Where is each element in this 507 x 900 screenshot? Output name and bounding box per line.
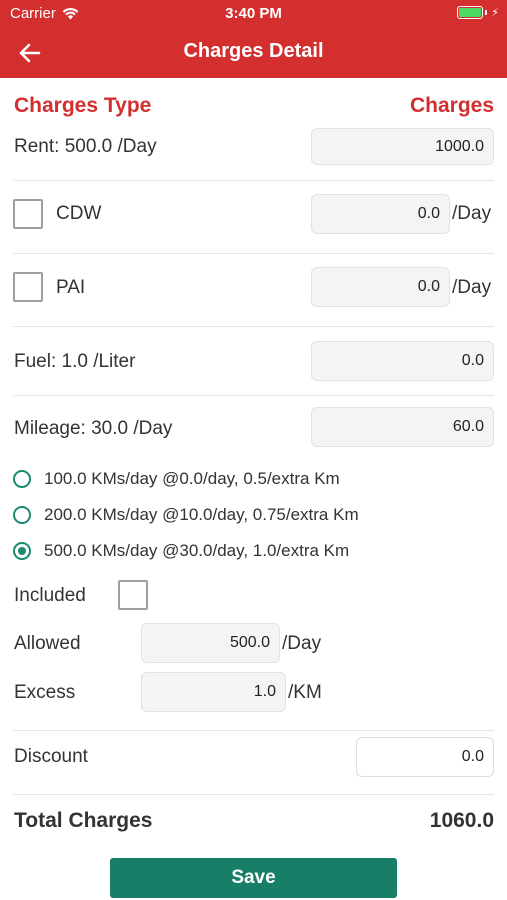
included-checkbox[interactable] (118, 580, 148, 610)
allowed-unit: /Day (282, 633, 322, 654)
divider (13, 730, 494, 731)
allowed-field[interactable]: 500.0 (141, 623, 280, 663)
pai-unit: /Day (452, 277, 492, 298)
mileage-option-label-1[interactable]: 100.0 KMs/day @0.0/day, 0.5/extra Km (44, 469, 340, 489)
cdw-checkbox[interactable] (13, 199, 43, 229)
page-title: Charges Detail (183, 40, 324, 62)
cdw-charge-field[interactable]: 0.0 (311, 194, 450, 234)
pai-charge-field[interactable]: 0.0 (311, 267, 450, 307)
discount-label: Discount (14, 746, 88, 767)
status-bar: Carrier 3:40 PM ⚡ (0, 0, 507, 28)
fuel-label: Fuel: 1.0 /Liter (14, 351, 136, 372)
mileage-option-radio-1[interactable] (13, 470, 31, 488)
pai-label: PAI (56, 277, 86, 298)
divider (13, 395, 494, 396)
divider (13, 180, 494, 181)
mileage-option-radio-3[interactable] (13, 542, 31, 560)
excess-unit: /KM (288, 682, 322, 703)
save-button[interactable]: Save (110, 858, 397, 898)
divider (13, 253, 494, 254)
mileage-option-label-2[interactable]: 200.0 KMs/day @10.0/day, 0.75/extra Km (44, 505, 359, 525)
column-headers: Charges Type Charges (14, 94, 494, 118)
mileage-option-radio-2[interactable] (13, 506, 31, 524)
excess-label: Excess (14, 682, 76, 703)
total-charges-value: 1060.0 (429, 809, 494, 832)
cdw-label: CDW (56, 203, 102, 224)
pai-checkbox[interactable] (13, 272, 43, 302)
battery-indicator: ⚡ (457, 6, 499, 19)
cdw-unit: /Day (452, 203, 492, 224)
excess-field[interactable]: 1.0 (141, 672, 286, 712)
rent-charge-field[interactable]: 1000.0 (311, 128, 494, 165)
charging-bolt-icon: ⚡ (491, 7, 499, 19)
divider (13, 326, 494, 327)
nav-bar: Charges Detail (0, 28, 507, 78)
rent-label: Rent: 500.0 /Day (14, 136, 157, 157)
charges-type-header: Charges Type (14, 94, 152, 117)
divider (13, 794, 494, 795)
mileage-charge-field[interactable]: 60.0 (311, 407, 494, 447)
status-time: 3:40 PM (225, 5, 282, 22)
fuel-charge-field[interactable]: 0.0 (311, 341, 494, 381)
charges-header: Charges (409, 94, 494, 117)
included-label: Included (14, 585, 86, 606)
allowed-label: Allowed (14, 633, 81, 654)
discount-field[interactable]: 0.0 (356, 737, 494, 777)
mileage-option-label-3[interactable]: 500.0 KMs/day @30.0/day, 1.0/extra Km (44, 541, 349, 561)
total-charges-label: Total Charges (14, 809, 153, 832)
battery-icon (457, 6, 484, 19)
mileage-label: Mileage: 30.0 /Day (14, 418, 173, 439)
